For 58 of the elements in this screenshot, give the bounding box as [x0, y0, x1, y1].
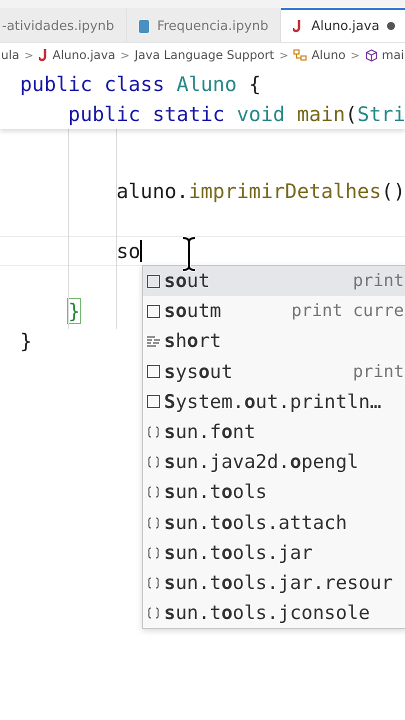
braces-icon	[147, 426, 160, 438]
snippet-icon	[147, 395, 160, 408]
suggestion-item[interactable]: sout print	[143, 266, 405, 296]
breadcrumb-item[interactable]: mai	[382, 48, 404, 62]
suggestion-item[interactable]: short	[143, 326, 405, 357]
suggestion-item[interactable]: sun.tools	[143, 477, 405, 508]
code-token: Aluno	[176, 72, 237, 96]
suggestion-item[interactable]: sun.tools.jar.resour	[143, 568, 405, 598]
breadcrumb-item[interactable]: Aluno.java	[52, 48, 116, 62]
code-token: Stri	[357, 102, 405, 126]
editor-tab[interactable]: Frequencia.ipynb	[127, 8, 282, 42]
tab-label: Aluno.java	[311, 18, 380, 34]
code-token: }	[20, 329, 32, 353]
snippet-icon	[147, 304, 160, 318]
chevron-separator: >	[279, 48, 288, 62]
code-token: ()	[381, 179, 405, 203]
chevron-separator: >	[120, 48, 130, 62]
suggestion-item[interactable]: soutm print curre	[143, 296, 405, 326]
code-token: imprimirDetalhes	[188, 179, 382, 203]
braces-icon	[147, 486, 160, 498]
code-token: public static	[68, 102, 226, 126]
tab-label: -atividades.ipynb	[2, 18, 114, 34]
suggestion-item[interactable]: sun.font	[143, 416, 405, 448]
breadcrumb-item[interactable]: ula	[1, 48, 20, 62]
suggestion-item[interactable]: sun.tools.jar	[143, 538, 405, 568]
suggestion-item[interactable]: sun.tools.attach	[143, 508, 405, 538]
matched-brace: }	[68, 299, 80, 323]
suggestion-item[interactable]: System.out.println…	[143, 386, 405, 417]
keyword-icon	[147, 336, 160, 347]
java-icon	[38, 48, 49, 62]
code-token: so	[116, 239, 140, 263]
breadcrumb-item[interactable]: Java Language Support	[134, 48, 274, 62]
suggestion-item[interactable]: sun.tools.jconsole	[143, 598, 405, 628]
code-token: public class	[20, 72, 166, 96]
notebook-icon	[139, 20, 150, 32]
text-caret	[140, 240, 142, 262]
braces-icon	[147, 456, 160, 468]
braces-icon	[147, 546, 160, 559]
snippet-icon	[147, 365, 160, 378]
suggestion-item[interactable]: sun.java2d.opengl	[143, 447, 405, 478]
code-token: aluno.	[116, 179, 189, 203]
code-token: main	[296, 102, 346, 126]
breadcrumb-item[interactable]: Aluno	[311, 48, 346, 62]
braces-icon	[147, 607, 160, 620]
chevron-separator: >	[350, 48, 360, 62]
braces-icon	[147, 516, 160, 529]
code-token: (	[345, 102, 358, 126]
suggestion-item[interactable]: sysout print	[143, 356, 405, 387]
chevron-separator: >	[24, 48, 34, 62]
code-token: void	[236, 102, 286, 126]
code-token: {	[248, 72, 261, 96]
snippet-icon	[147, 274, 160, 288]
cube-icon	[364, 48, 378, 62]
braces-icon	[147, 576, 160, 589]
editor-tab[interactable]: Aluno.java	[281, 8, 405, 42]
tab-label: Frequencia.ipynb	[157, 18, 268, 34]
class-icon	[293, 49, 308, 61]
editor-tab[interactable]: -atividades.ipynb	[0, 8, 128, 42]
